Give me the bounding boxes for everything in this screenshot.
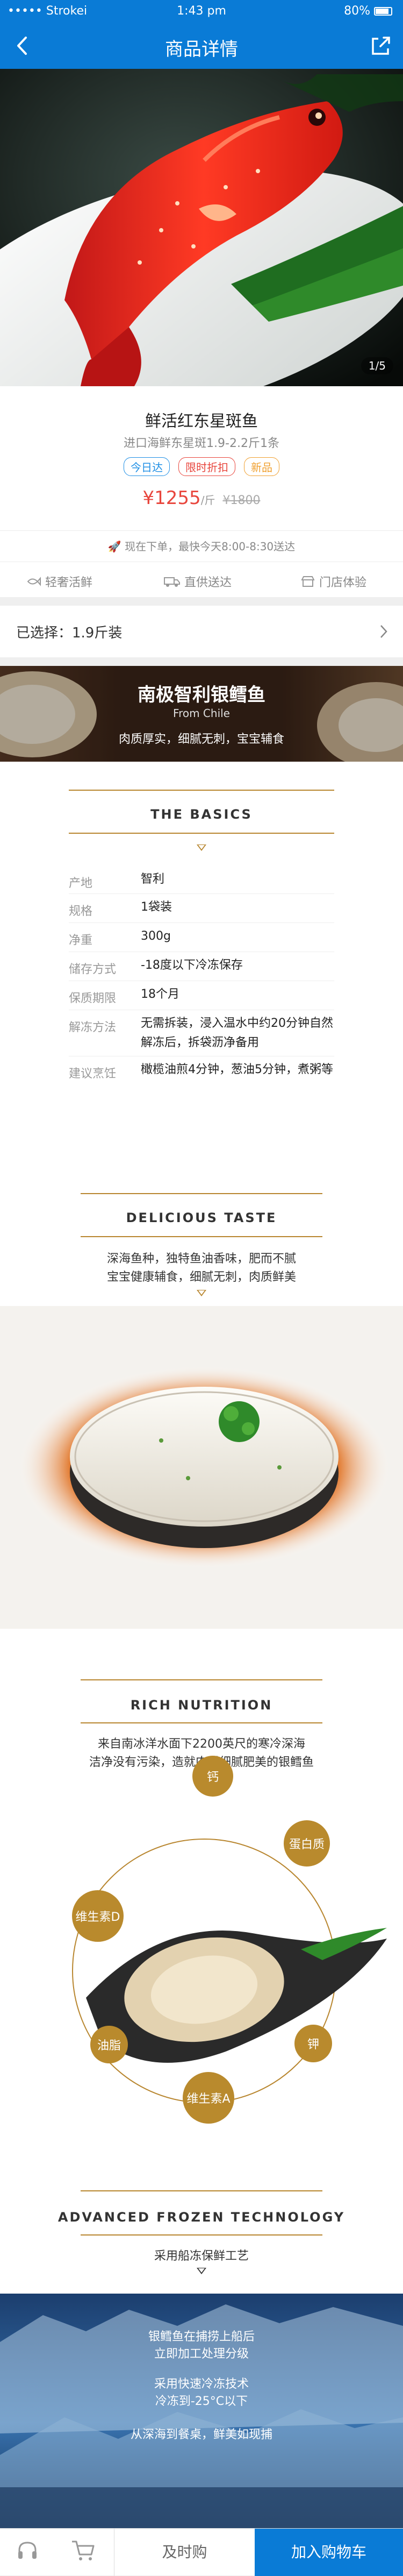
taste-line-1: 深海鱼种，独特鱼油香味，肥而不腻 xyxy=(106,1252,296,1266)
basics-key: 保质期限 xyxy=(69,992,117,1005)
product-image-carousel[interactable]: 1/5 xyxy=(0,69,403,386)
store-icon xyxy=(301,576,315,587)
basics-value: 橄榄油煎4分钟，葱油5分钟，煮粥等 xyxy=(141,1063,333,1076)
frozen-p3: 从深海到餐桌，鲜美如现捕 xyxy=(130,2428,272,2442)
frozen-subtitle: 采用船冻保鲜工艺 xyxy=(154,2249,249,2263)
basics-title: THE BASICS xyxy=(150,807,253,822)
taste-line-2: 宝宝健康辅食，细腻无刺，肉质鲜美 xyxy=(106,1271,296,1284)
original-price: ¥1800 xyxy=(222,494,261,507)
product-info-card: 鲜活红东星斑鱼 进口海鲜东星斑1.9-2.2斤1条 今日达 限时折扣 新品 ¥1… xyxy=(0,386,403,530)
bottom-action-bar: 及时购 加入购物车 xyxy=(0,2528,403,2576)
tag-new: 新品 xyxy=(244,457,279,476)
cod-banner: 南极智利银鳕鱼 From Chile 肉质厚实，细腻无刺，宝宝辅食 xyxy=(0,666,403,762)
nutrition-title: RICH NUTRITION xyxy=(130,1698,273,1713)
taste-title: DELICIOUS TASTE xyxy=(126,1210,277,1225)
service-features: 轻奢活鲜 直供送达 门店体验 xyxy=(0,562,403,597)
frozen-tech-section: ADVANCED FROZEN TECHNOLOGY 采用船冻保鲜工艺 银鳕鱼在… xyxy=(0,2159,403,2528)
tag-discount: 限时折扣 xyxy=(178,457,235,476)
basics-key: 解冻方法 xyxy=(69,1021,117,1034)
triangle-marker-icon xyxy=(197,2268,206,2274)
cart-icon[interactable] xyxy=(71,2539,96,2562)
divider xyxy=(81,2190,322,2191)
feature-label: 轻奢活鲜 xyxy=(45,576,93,590)
delivery-text: 现在下单，最快今天8:00-8:30送达 xyxy=(125,540,296,553)
spec-selector[interactable]: 已选择：1.9斤装 xyxy=(0,606,403,657)
basics-value: 18个月 xyxy=(141,988,179,1001)
divider xyxy=(81,1679,322,1680)
banner-title: 南极智利银鳕鱼 xyxy=(138,684,265,706)
customer-service-icon[interactable] xyxy=(15,2538,40,2563)
feature-label: 门店体验 xyxy=(319,576,367,590)
tag-same-day: 今日达 xyxy=(124,457,170,476)
add-to-cart-button[interactable]: 加入购物车 xyxy=(255,2529,403,2576)
frozen-title: ADVANCED FROZEN TECHNOLOGY xyxy=(57,2210,346,2225)
feature-store: 门店体验 xyxy=(301,573,366,590)
divider xyxy=(81,1236,322,1237)
chevron-right-icon xyxy=(380,625,387,638)
nutrition-section: RICH NUTRITION 来自南冰洋水面下2200英尺的寒冷深海 洁净没有污… xyxy=(0,1648,403,2159)
basics-key: 产地 xyxy=(69,877,93,890)
clock: 1:43 pm xyxy=(177,4,226,18)
product-subtitle: 进口海鲜东星斑1.9-2.2斤1条 xyxy=(124,437,279,450)
divider xyxy=(69,833,334,834)
taste-section: DELICIOUS TASTE 深海鱼种，独特鱼油香味，肥而不腻 宝宝健康辅食，… xyxy=(0,1161,403,1648)
basics-key: 规格 xyxy=(69,905,93,918)
current-price: ¥1255 xyxy=(142,487,201,509)
divider xyxy=(81,1722,322,1723)
fish-icon xyxy=(27,577,41,586)
frozen-p2-b: 冷冻到-25°C以下 xyxy=(155,2395,248,2408)
divider xyxy=(81,1193,322,1194)
image-counter: 1/5 xyxy=(361,357,393,374)
price-row: ¥1255/斤 ¥1800 xyxy=(0,487,403,509)
red-grouper-photo xyxy=(0,69,403,386)
nutrient-protein: 蛋白质 xyxy=(284,1820,330,1867)
basics-key: 建议烹饪 xyxy=(69,1067,117,1081)
basics-value: 无需拆装，浸入温水中约20分钟自然解冻后，拆袋沥净备用 xyxy=(141,1017,333,1049)
nutrient-vitamin-d: 维生素D xyxy=(72,1890,124,1942)
divider xyxy=(69,790,334,791)
frozen-p2-a: 采用快速冷冻技术 xyxy=(154,2378,249,2391)
basics-value: 智利 xyxy=(141,872,165,886)
price-unit: /斤 xyxy=(200,494,215,507)
frozen-p1-b: 立即加工处理分级 xyxy=(154,2347,249,2361)
feature-label: 直供送达 xyxy=(184,576,232,590)
basics-section: THE BASICS 产地 智利 规格 1袋装 净重 300g 储存方式 -18度以下冷… xyxy=(0,762,403,1161)
cod-dish-photo xyxy=(0,1306,403,1629)
basics-key: 储存方式 xyxy=(69,963,117,976)
page-title: 商品详情 xyxy=(165,39,238,60)
status-bar: ••••• Strokei 1:43 pm 80% xyxy=(0,0,403,22)
truck-icon xyxy=(164,577,180,587)
product-name: 鲜活红东星斑鱼 xyxy=(145,412,258,431)
triangle-marker-icon xyxy=(197,1290,206,1296)
frozen-p1-a: 银鳕鱼在捕捞上船后 xyxy=(148,2330,255,2344)
nav-bar: 商品详情 xyxy=(0,22,403,69)
nutrient-vitamin-a: 维生素A xyxy=(183,2072,234,2124)
battery-label: 80% xyxy=(344,4,392,18)
product-tags: 今日达 限时折扣 新品 xyxy=(0,457,403,476)
nutrient-oil: 油脂 xyxy=(90,2026,128,2063)
divider xyxy=(81,2234,322,2236)
feature-luxury: 轻奢活鲜 xyxy=(27,573,92,590)
selected-spec-label: 已选择：1.9斤装 xyxy=(16,625,123,641)
battery-icon xyxy=(374,7,392,16)
banner-desc: 肉质厚实，细腻无刺，宝宝辅食 xyxy=(118,733,284,746)
nutrient-potassium: 钾 xyxy=(294,2025,332,2062)
battery-percent: 80% xyxy=(344,4,370,18)
basics-key: 净重 xyxy=(69,934,93,947)
delivery-notice: 🚀 现在下单，最快今天8:00-8:30送达 xyxy=(0,530,403,562)
buy-later-button[interactable]: 及时购 xyxy=(114,2529,255,2576)
rocket-icon: 🚀 xyxy=(107,540,121,553)
banner-subtitle: From Chile xyxy=(173,707,230,720)
share-icon[interactable] xyxy=(369,33,393,58)
nutrition-line-1: 来自南冰洋水面下2200英尺的寒冷深海 xyxy=(98,1737,305,1751)
nutrient-calcium: 钙 xyxy=(192,1756,233,1797)
basics-value: 1袋装 xyxy=(141,900,172,914)
feature-direct: 直供送达 xyxy=(164,573,232,590)
triangle-marker-icon xyxy=(197,845,206,851)
basics-value: -18度以下冷冻保存 xyxy=(141,959,243,972)
basics-value: 300g xyxy=(141,929,171,943)
